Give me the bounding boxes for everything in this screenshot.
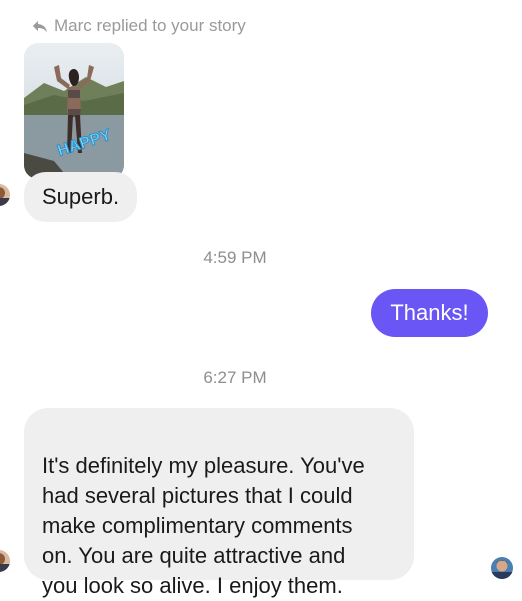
- sender-avatar[interactable]: [0, 550, 10, 572]
- message-text: It's definitely my pleasure. You've had …: [42, 453, 365, 598]
- story-thumbnail[interactable]: HAPPY: [24, 43, 124, 179]
- sender-avatar[interactable]: [0, 184, 10, 206]
- message-timestamp: 6:27 PM: [203, 368, 267, 387]
- reply-header-text: Marc replied to your story: [54, 16, 246, 35]
- story-reply-header: Marc replied to your story: [32, 15, 246, 37]
- message-timestamp: 4:59 PM: [203, 248, 267, 267]
- message-text: Superb.: [42, 184, 120, 209]
- incoming-message-bubble: It's definitely my pleasure. You've had …: [24, 408, 414, 598]
- message-text: Thanks!: [390, 300, 469, 325]
- outgoing-message-bubble: Thanks!: [371, 289, 488, 337]
- read-receipt-avatar: [491, 557, 513, 579]
- reply-arrow-icon: [32, 19, 48, 33]
- incoming-message-bubble: Superb.: [24, 172, 138, 222]
